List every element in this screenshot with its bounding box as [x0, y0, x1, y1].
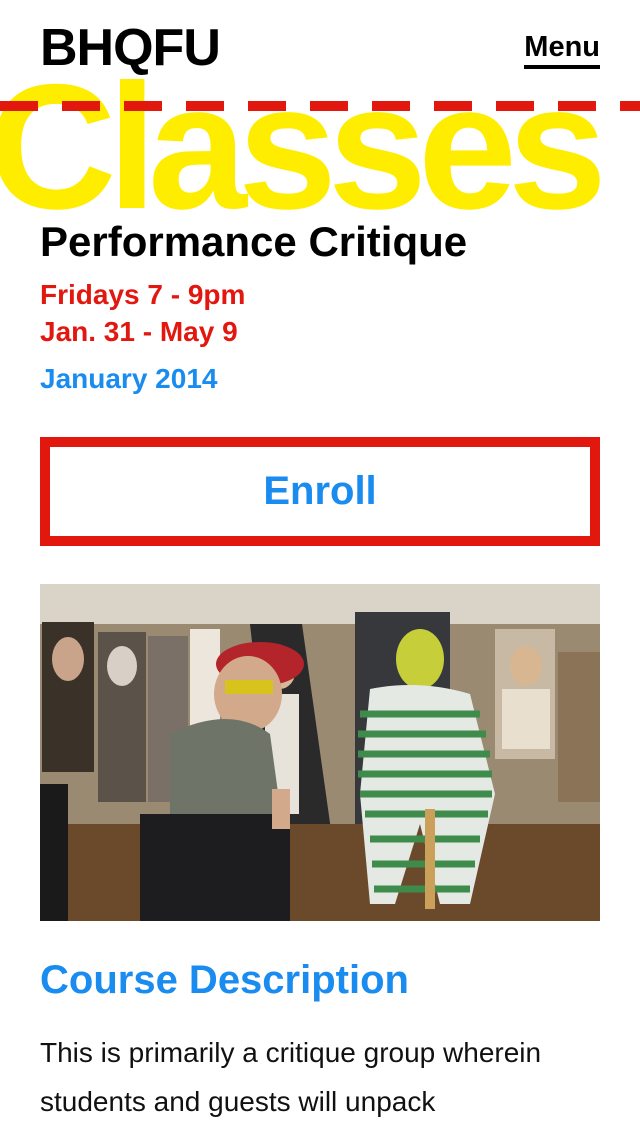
menu-link[interactable]: Menu [524, 33, 600, 69]
course-description-text: This is primarily a critique group where… [40, 1037, 542, 1117]
course-photo [40, 584, 600, 921]
term-link[interactable]: January 2014 [40, 363, 217, 395]
enroll-button[interactable]: Enroll [40, 437, 600, 546]
performance-photo-illustration [40, 584, 600, 921]
course-description-heading: Course Description [40, 958, 409, 1002]
site-logo[interactable]: BHQFU [40, 22, 221, 74]
dashed-divider [0, 101, 640, 111]
course-title: Performance Critique [40, 218, 468, 265]
schedule-dates: Jan. 31 - May 9 [40, 316, 238, 347]
schedule-days: Fridays 7 - 9pm [40, 279, 246, 310]
hero-heading: Classes [0, 47, 607, 246]
